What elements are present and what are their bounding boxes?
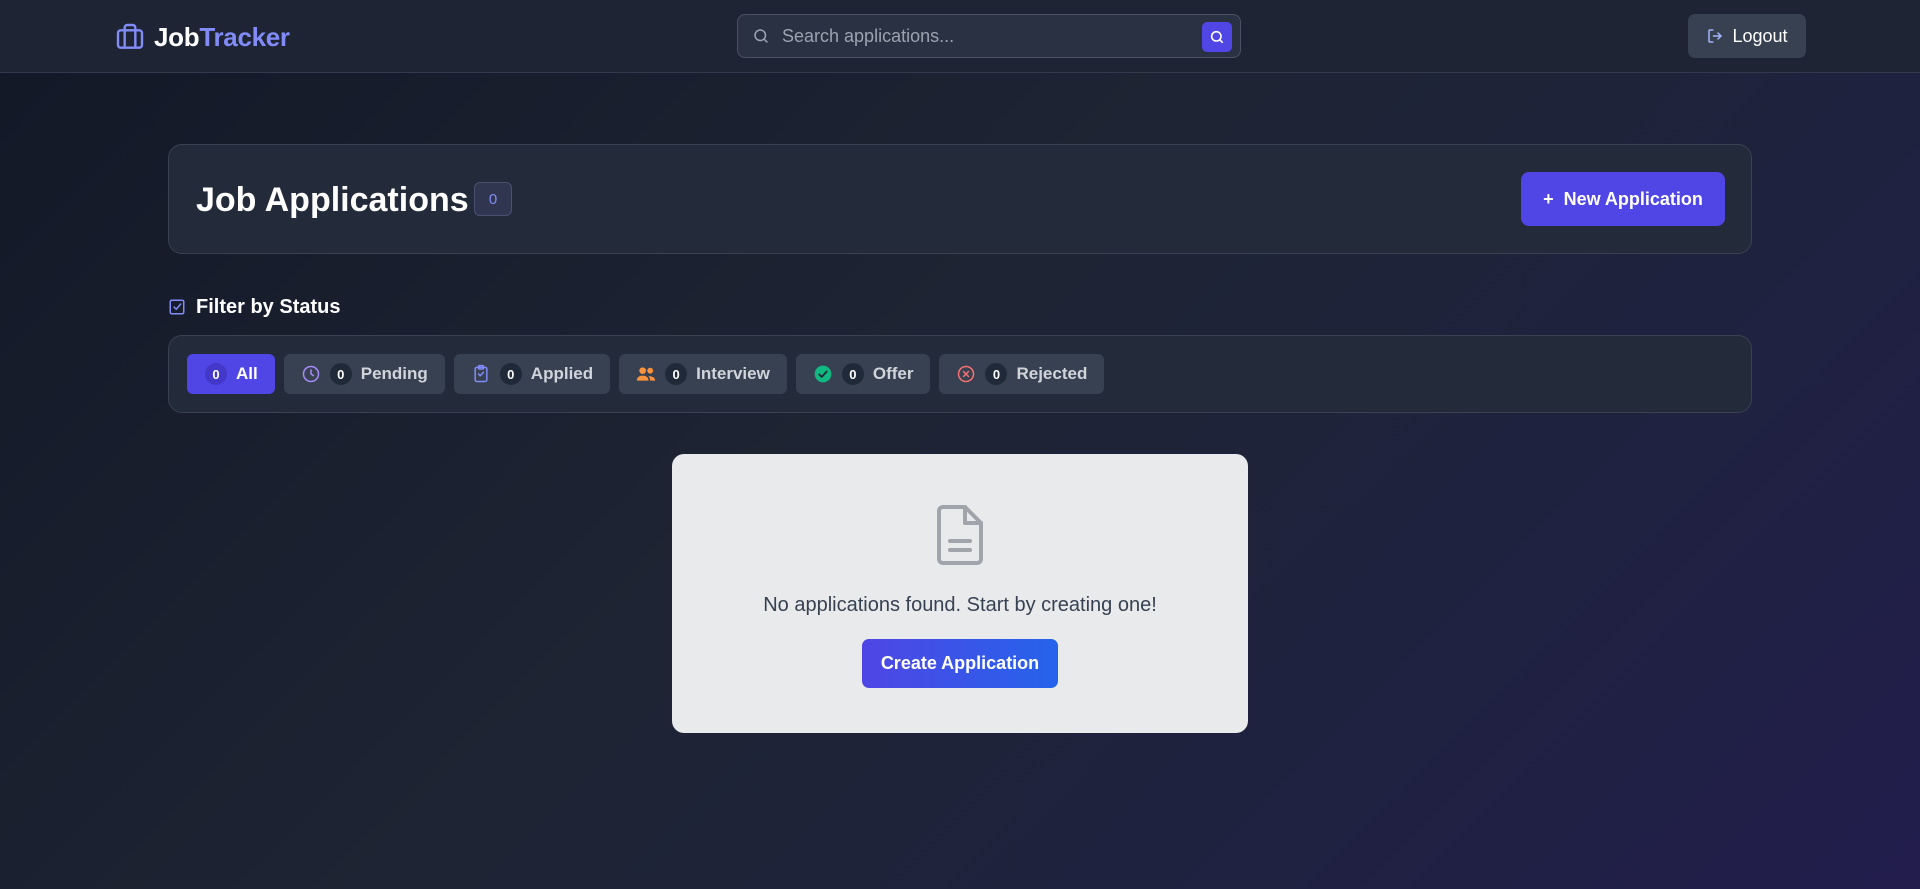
chip-label: Pending [360, 364, 428, 383]
status-filter-chips: 0 All 0 Pending 0 Applied 0 Interview 0 … [187, 354, 1105, 394]
search-input[interactable] [782, 15, 1162, 57]
checkbox-icon [169, 299, 185, 315]
chip-label: Interview [696, 364, 770, 383]
logout-icon [1708, 29, 1723, 43]
chip-count: 0 [985, 363, 1008, 385]
empty-state-message: No applications found. Start by creating… [763, 594, 1157, 616]
chip-label: Offer [872, 364, 914, 383]
users-icon [636, 367, 656, 381]
page-title: Job Applications [196, 181, 469, 219]
filter-chip-interview[interactable]: 0 Interview [619, 354, 787, 394]
new-application-button[interactable]: + New Application [1521, 172, 1725, 226]
app-name-part2: Tracker [199, 21, 290, 52]
logout-button[interactable]: Logout [1688, 14, 1806, 58]
app-name-part1: Job [154, 21, 200, 52]
briefcase-icon [116, 23, 144, 49]
search-bar [737, 14, 1241, 58]
logout-label: Logout [1732, 25, 1788, 46]
create-application-button[interactable]: Create Application [862, 639, 1058, 688]
applications-header-card: Job Applications 0 + New Application [168, 144, 1752, 254]
filter-chip-offer[interactable]: 0 Offer [795, 354, 931, 394]
x-circle-icon [958, 365, 975, 383]
app-logo[interactable]: JobTracker [114, 20, 290, 54]
document-icon [937, 505, 983, 565]
application-count-badge: 0 [474, 182, 512, 216]
new-application-label: New Application [1563, 188, 1703, 209]
filter-chip-rejected[interactable]: 0 Rejected [939, 354, 1105, 394]
chip-count: 0 [499, 363, 522, 385]
chip-label: Rejected [1016, 364, 1088, 383]
search-icon [754, 29, 768, 43]
filter-chip-applied[interactable]: 0 Applied [453, 354, 611, 394]
chip-count: 0 [205, 363, 227, 385]
chip-count: 0 [329, 363, 352, 385]
search-icon [1210, 30, 1224, 44]
app-name: JobTracker [154, 22, 290, 53]
search-submit-button[interactable] [1202, 22, 1232, 52]
clipboard-icon [474, 364, 488, 383]
top-navbar: JobTracker Logout [0, 0, 1920, 73]
filter-heading: Filter by Status [168, 294, 340, 320]
chip-label: All [236, 364, 258, 383]
filter-heading-label: Filter by Status [196, 295, 341, 318]
chip-count: 0 [841, 363, 864, 385]
status-filter-card: 0 All 0 Pending 0 Applied 0 Interview 0 … [168, 335, 1752, 413]
filter-chip-all[interactable]: 0 All [187, 354, 275, 394]
check-circle-icon [814, 365, 832, 383]
plus-icon: + [1543, 188, 1554, 209]
filter-chip-pending[interactable]: 0 Pending [283, 354, 445, 394]
clock-icon [302, 365, 319, 383]
chip-label: Applied [530, 364, 594, 383]
empty-state-card: No applications found. Start by creating… [672, 454, 1248, 733]
chip-count: 0 [665, 363, 688, 385]
